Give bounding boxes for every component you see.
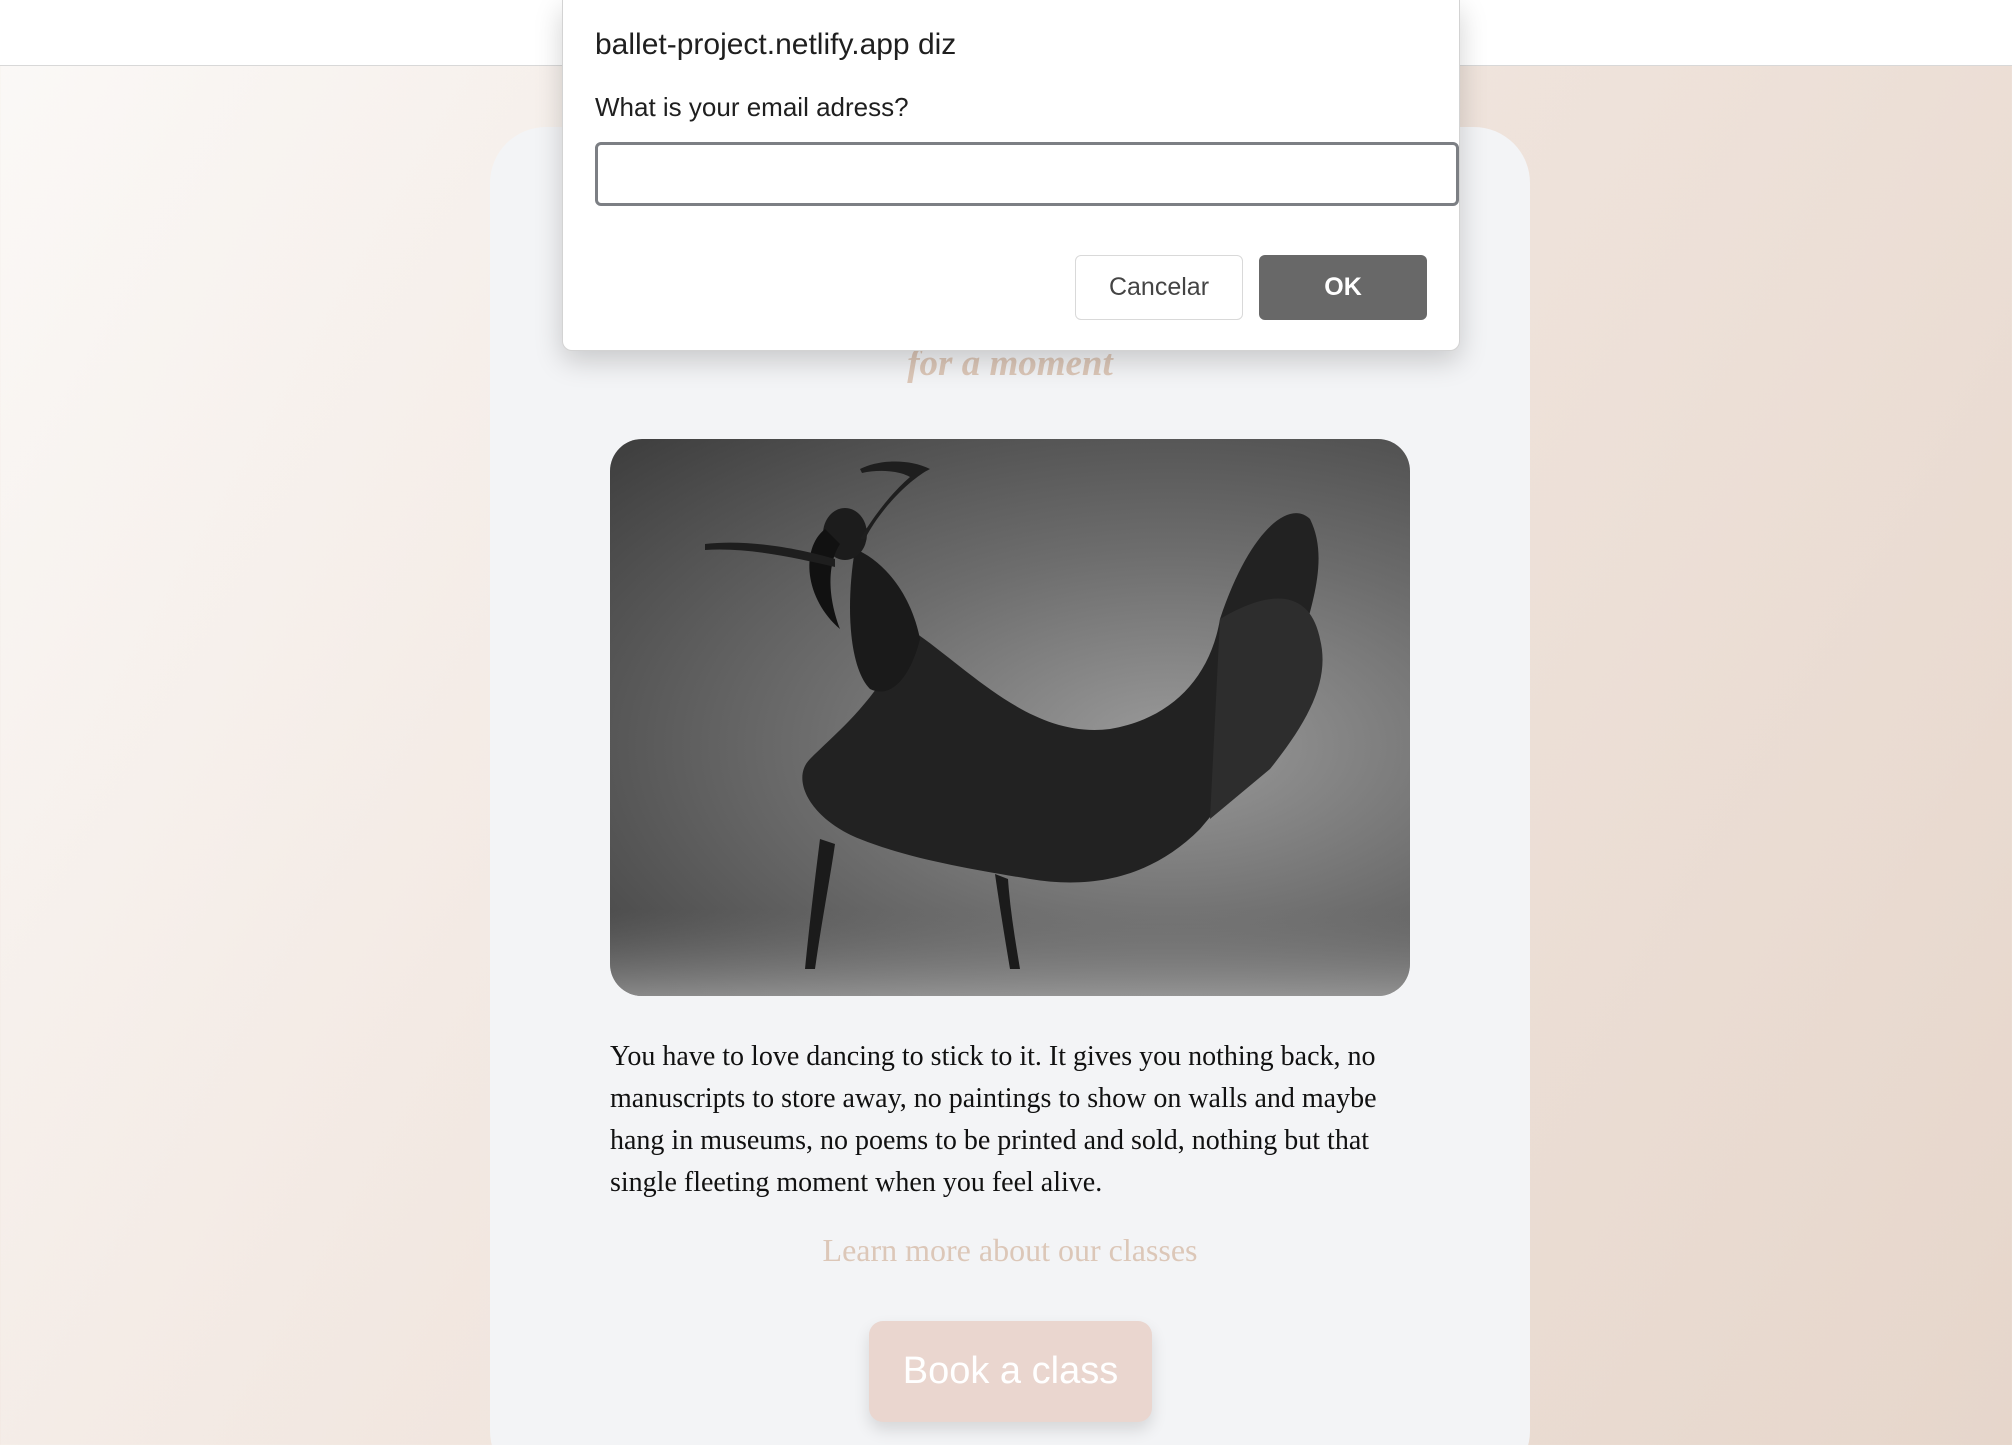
ok-button[interactable]: OK	[1259, 255, 1427, 320]
dialog-title: ballet-project.netlify.app diz	[595, 28, 957, 61]
quote-paragraph: You have to love dancing to stick to it.…	[610, 1041, 1377, 1198]
prompt-dialog: ballet-project.netlify.app diz What is y…	[562, 0, 1460, 351]
dancer-photo	[610, 439, 1410, 996]
dialog-message: What is your email adress?	[595, 92, 909, 122]
email-input[interactable]	[595, 142, 1459, 206]
book-class-button[interactable]: Book a class	[869, 1321, 1152, 1422]
dancer-silhouette-image	[610, 461, 1410, 996]
learn-more-link[interactable]: Learn more about our classes	[490, 1232, 1530, 1269]
cancel-button[interactable]: Cancelar	[1075, 255, 1243, 320]
